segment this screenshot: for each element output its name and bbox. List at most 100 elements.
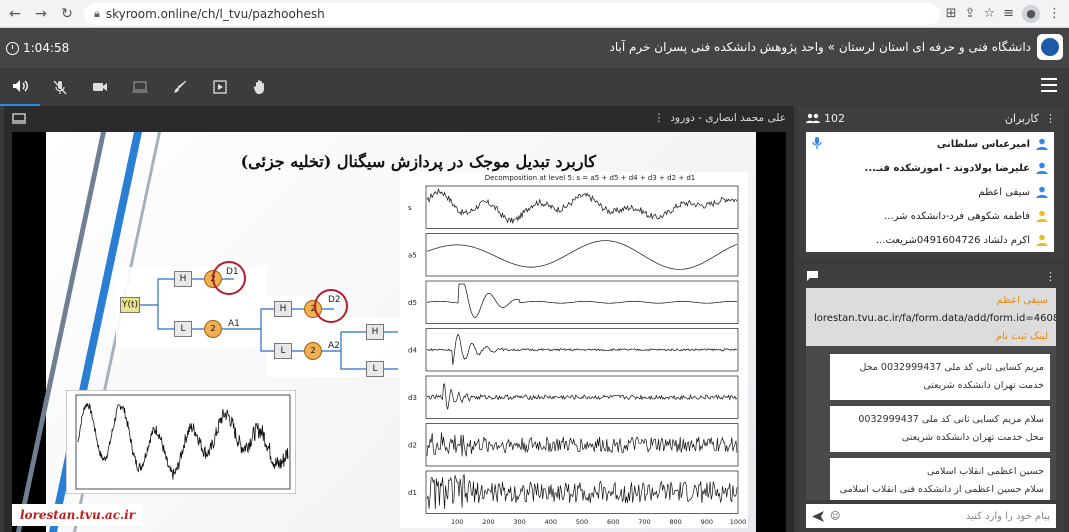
room-toolbar [0, 68, 1069, 106]
chat-message-line: محل خدمت تهران دانشکده شریعتی [901, 432, 1044, 444]
room-title: دانشگاه فنی و حرفه ای استان لرستان » واح… [609, 40, 1031, 54]
user-name: اکرم دلشاد 0491604726شریعت... [875, 234, 1030, 246]
plot-x-tick: 900 [701, 518, 713, 526]
plot-row-label: a5 [408, 251, 417, 259]
app-header: 1:04:58 دانشگاه فنی و حرفه ای استان لرست… [0, 28, 1069, 68]
plot-x-tick: 400 [545, 518, 557, 526]
user-name: فاطمه شکوهی فرد-دانشکده شر... [884, 210, 1030, 222]
forward-icon[interactable]: → [30, 3, 52, 25]
brush-icon[interactable] [160, 68, 200, 106]
chat-message: مریم کسایی ثانی کد ملی 0032999437 محل خدم… [830, 354, 1050, 401]
plot-row-label: d3 [408, 394, 417, 402]
chat-message-line: حسین اعظمی انقلاب اسلامی [927, 466, 1044, 478]
star-icon[interactable]: ☆ [983, 6, 995, 21]
plot-x-tick: 100 [451, 518, 463, 526]
plot-x-tick: 300 [513, 518, 525, 526]
user-name: امیرعباس سلطانی [936, 138, 1030, 150]
user-name: سیفی اعظم [978, 186, 1030, 198]
hamburger-menu-icon[interactable] [1041, 78, 1057, 92]
highlight-ring-d1 [212, 261, 246, 295]
plot-x-tick: 700 [638, 518, 650, 526]
presenter-name: علی محمد انصاری - دورود [670, 112, 786, 124]
pinned-link[interactable]: lorestan.tvu.ac.ir/fa/form.data/add/form… [814, 310, 1056, 328]
user-row[interactable]: اکرم دلشاد 0491604726شریعت... [806, 228, 1054, 252]
browser-toolbar: ← → ↻ 🔒︎ skyroom.online/ch/l_tvu/pazhooh… [0, 0, 1069, 28]
pinned-caption: لینک ثبت نام [995, 331, 1048, 342]
user-icon [1036, 138, 1048, 150]
clock-icon [6, 41, 19, 55]
browser-menu-icon[interactable]: ⋮ [1048, 6, 1061, 21]
plot-title: Decomposition at level 5: s = a5 + d5 + … [485, 174, 696, 182]
back-icon[interactable]: ← [4, 3, 26, 25]
users-count: 102 [824, 111, 845, 125]
raise-hand-icon[interactable] [240, 68, 280, 106]
chat-message-line: تهران0065069242 [836, 499, 1044, 500]
video-stage: کاربرد تبدیل موجک در پردازش سیگنال (تخلی… [12, 132, 786, 532]
share-icon[interactable]: ⇪ [965, 6, 976, 21]
label-a2: A2 [328, 341, 340, 351]
user-row[interactable]: فاطمه شکوهی فرد-دانشکده شر... [806, 204, 1054, 228]
filter-h2: H [274, 301, 292, 317]
site-watermark: lorestan.tvu.ac.ir [12, 504, 144, 526]
monitor-icon [12, 112, 26, 124]
plot-row-label: s [408, 204, 412, 212]
skyroom-logo [1037, 34, 1063, 60]
plot-x-tick: 600 [607, 518, 619, 526]
send-icon[interactable] [812, 510, 824, 522]
users-title: کاربران [1004, 111, 1039, 125]
chat-panel: ⋮ مریم کسایی ثانی کد ملی 0032999437 محل خ… [798, 264, 1064, 532]
input-node: Y(t) [120, 297, 140, 313]
user-name: علیرضا پولادوند - آموزشکده فنـ... [864, 162, 1030, 174]
camera-icon[interactable] [80, 68, 120, 106]
presentation-slide: کاربرد تبدیل موجک در پردازش سیگنال (تخلی… [15, 132, 756, 532]
emoji-icon[interactable]: ☺ [830, 511, 840, 522]
translate-icon[interactable]: ⊞ [946, 6, 957, 21]
filter-l2: L [274, 343, 292, 359]
users-icon [806, 113, 820, 123]
chat-input[interactable]: پیام خود را وارد کنید ☺ [806, 504, 1056, 528]
profile-icon[interactable]: ● [1022, 4, 1040, 23]
panel-menu-icon[interactable]: ⋮ [654, 112, 665, 124]
user-icon [1036, 162, 1048, 174]
lock-icon: 🔒︎ [94, 6, 100, 20]
plot-x-tick: 800 [669, 518, 681, 526]
chat-message-line: سلام حسین اعظمی از دانشکده فنی انقلاب اس… [839, 484, 1044, 496]
chat-placeholder: پیام خود را وارد کنید [965, 510, 1050, 522]
user-icon [1036, 186, 1048, 198]
plot-x-tick: 500 [576, 518, 588, 526]
filter-l1: L [174, 321, 192, 337]
video-panel: علی محمد انصاری - دورود ⋮ کاربرد تبدیل م… [4, 106, 794, 532]
session-timer: 1:04:58 [6, 41, 69, 55]
decomposition-plot: Decomposition at level 5: s = a5 + d5 + … [400, 172, 748, 528]
user-row[interactable]: علیرضا پولادوند - آموزشکده فنـ... [806, 156, 1054, 180]
chat-menu-icon[interactable]: ⋮ [1045, 270, 1056, 283]
user-icon [1036, 234, 1048, 246]
filter-l3: L [366, 361, 384, 377]
wavelet-tree-diagram: Y(t) H L 2 2 D1 A1 H L 2 2 D2 A2 H L [116, 261, 416, 377]
user-row[interactable]: امیرعباس سلطانی [806, 132, 1054, 156]
user-icon [1036, 210, 1048, 222]
reading-list-icon[interactable]: ≡ [1003, 6, 1014, 21]
plot-row-label: d4 [408, 346, 417, 354]
users-menu-icon[interactable]: ⋮ [1045, 112, 1056, 125]
play-media-icon[interactable] [200, 68, 240, 106]
downsample-l1: 2 [204, 320, 222, 338]
inset-waveform [66, 390, 296, 494]
users-list: امیرعباس سلطانی علیرضا پولادوند - آموزشکد… [806, 132, 1054, 252]
chat-message: حسین اعظمی انقلاب اسلامی سلام حسین اعظمی … [830, 458, 1050, 500]
timer-text: 1:04:58 [23, 41, 70, 55]
label-a1: A1 [228, 319, 240, 329]
chat-message-line: سلام مریم کسایی ثانی کد ملی 0032999437 [858, 414, 1044, 426]
mic-muted-icon[interactable] [40, 68, 80, 106]
speaker-icon[interactable] [0, 68, 40, 106]
reload-icon[interactable]: ↻ [56, 3, 78, 25]
screen-share-icon[interactable] [120, 68, 160, 106]
user-row[interactable]: سیفی اعظم [806, 180, 1054, 204]
address-bar[interactable]: 🔒︎ skyroom.online/ch/l_tvu/pazhoohesh [84, 2, 940, 25]
highlight-ring-d2 [314, 289, 348, 323]
chat-messages: مریم کسایی ثانی کد ملی 0032999437 محل خدم… [806, 288, 1056, 500]
pinned-sender: سیفی اعظم [996, 295, 1048, 306]
chat-message: سلام مریم کسایی ثانی کد ملی 0032999437 مح… [830, 406, 1050, 453]
chat-message-line: مریم کسایی ثانی کد ملی 0032999437 محل [859, 362, 1044, 373]
plot-x-tick: 1000 [730, 518, 747, 526]
